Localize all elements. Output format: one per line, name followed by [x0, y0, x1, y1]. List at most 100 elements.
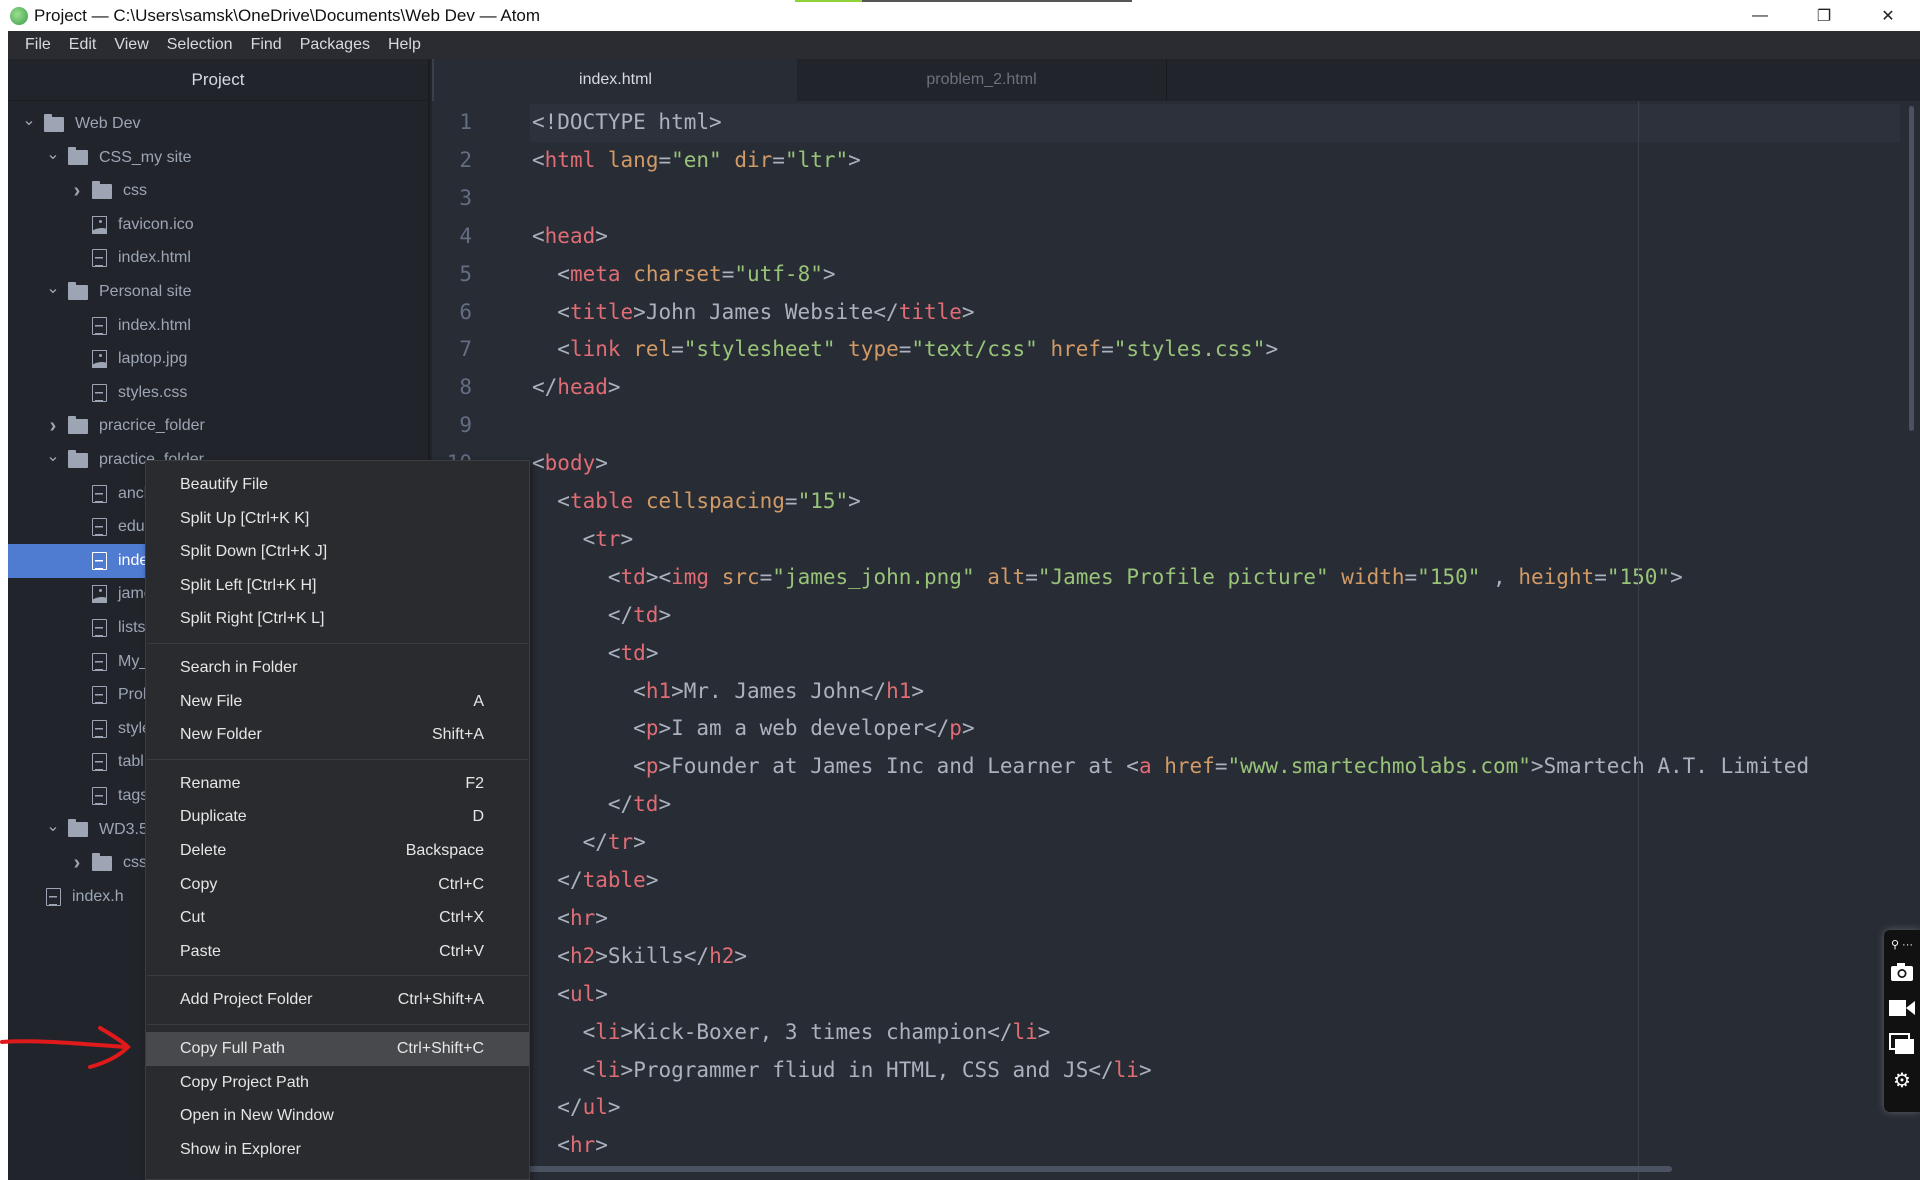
context-menu-item-split-left-ctrl-k-h[interactable]: Split Left [Ctrl+K H] [146, 569, 529, 603]
tree-item[interactable]: laptop.jpg [8, 342, 430, 376]
code-line: <head> [532, 217, 608, 255]
file-icon [92, 383, 107, 402]
menu-packages[interactable]: Packages [291, 36, 379, 54]
link-more-icon[interactable]: ⚲ ··· [1891, 934, 1913, 954]
context-menu-item-copy-project-path[interactable]: Copy Project Path [146, 1066, 529, 1100]
chevron-down-icon[interactable]: ⌄ [46, 144, 60, 164]
menu-item-label: Split Down [Ctrl+K J] [180, 543, 328, 561]
chevron-right-icon[interactable]: › [46, 415, 60, 438]
gear-icon[interactable]: ⚙ [1893, 1062, 1911, 1098]
tab-index-html[interactable]: index.html [432, 59, 797, 101]
file-icon [46, 887, 61, 906]
code-token: </ [557, 868, 583, 892]
menu-selection[interactable]: Selection [158, 36, 242, 54]
context-menu-item-rename[interactable]: Rename F2 [146, 767, 529, 801]
context-menu-item-copy-full-path[interactable]: Copy Full Path Ctrl+Shift+C [146, 1032, 529, 1066]
context-menu-item-open-in-new-window[interactable]: Open in New Window [146, 1099, 529, 1133]
chevron-right-icon[interactable]: › [70, 180, 84, 203]
load-progress-bar [795, 0, 1132, 2]
tree-item[interactable]: styles.css [8, 376, 430, 410]
menu-item-label: Split Right [Ctrl+K L] [180, 610, 325, 628]
code-editor[interactable]: 1234567891011121314151617181920212223242… [432, 101, 1920, 1180]
close-button[interactable]: ✕ [1856, 0, 1920, 31]
folder-icon [68, 819, 88, 838]
code-token: html [544, 147, 596, 172]
code-line: </tr> [532, 823, 646, 861]
code-token: </ [683, 943, 710, 968]
code-token: > [620, 1057, 634, 1082]
menu-file[interactable]: File [16, 36, 60, 54]
code-token: > [822, 261, 836, 286]
code-token: < [532, 451, 545, 476]
context-menu-item-beautify-file[interactable]: Beautify File [146, 468, 529, 502]
tree-item[interactable]: ⌄ Personal site [8, 275, 430, 309]
code-token: < [607, 640, 621, 665]
tree-item[interactable]: index.html [8, 309, 430, 343]
window-icon[interactable] [1889, 1026, 1915, 1062]
tree-item-label: index.html [118, 316, 191, 334]
code-token: < [633, 754, 646, 779]
menu-separator [147, 643, 528, 644]
context-menu-item-duplicate[interactable]: Duplicate D [146, 800, 529, 834]
menu-item-label: Open in New Window [180, 1107, 334, 1125]
tree-item[interactable]: ⌄ Web Dev [8, 107, 430, 141]
context-menu-item-copy[interactable]: Copy Ctrl+C [146, 868, 529, 902]
code-token: < [557, 905, 570, 930]
chevron-right-icon[interactable]: › [70, 852, 84, 875]
video-icon[interactable] [1889, 990, 1915, 1026]
context-menu-item-new-folder[interactable]: New Folder Shift+A [146, 718, 529, 752]
code-token: ul [569, 981, 596, 1006]
menu-edit[interactable]: Edit [60, 36, 106, 54]
line-number: 9 [459, 413, 472, 438]
menu-item-label: Show in Explorer [180, 1140, 301, 1158]
context-menu: Beautify File Split Up [Ctrl+K K] Split Do… [145, 460, 530, 1180]
context-menu-item-new-file[interactable]: New File A [146, 685, 529, 719]
code-token: Mr. James John [683, 678, 861, 703]
tab-problem-2-html[interactable]: problem_2.html [797, 59, 1167, 101]
tree-item[interactable]: favicon.ico [8, 208, 430, 242]
code-token: cellspacing [645, 489, 785, 513]
chevron-down-icon[interactable]: ⌄ [22, 110, 36, 130]
context-menu-item-search-in-folder[interactable]: Search in Folder [146, 651, 529, 685]
horizontal-scrollbar[interactable] [437, 1166, 1672, 1172]
chevron-down-icon[interactable]: ⌄ [46, 446, 60, 466]
menu-find[interactable]: Find [242, 36, 291, 54]
tree-item-label: index.h [72, 887, 124, 905]
code-token: width [1341, 564, 1405, 589]
code-line: <tr> [532, 520, 634, 558]
menu-help[interactable]: Help [379, 36, 430, 54]
menu-view[interactable]: View [105, 36, 157, 54]
tree-item[interactable]: › css [8, 174, 430, 208]
context-menu-item-add-project-folder[interactable]: Add Project Folder Ctrl+Shift+A [146, 983, 529, 1017]
context-menu-item-delete[interactable]: Delete Backspace [146, 834, 529, 868]
camera-icon[interactable] [1890, 954, 1914, 990]
line-number: 1 [459, 110, 472, 134]
restore-button[interactable]: ❐ [1792, 0, 1856, 31]
tree-item[interactable]: ⌄ CSS_my site [8, 141, 430, 175]
tree-item[interactable]: › pracrice_folder [8, 409, 430, 443]
code-token: > [658, 792, 672, 817]
code-token: > [633, 830, 646, 855]
context-menu-item-show-in-explorer[interactable]: Show in Explorer [146, 1133, 529, 1167]
code-token: < [532, 223, 545, 248]
code-token: > [607, 375, 621, 400]
chevron-down-icon[interactable]: ⌄ [46, 816, 60, 836]
tree-item[interactable]: index.html [8, 241, 430, 275]
context-menu-item-cut[interactable]: Cut Ctrl+X [146, 901, 529, 935]
context-menu-item-split-right-ctrl-k-l[interactable]: Split Right [Ctrl+K L] [146, 602, 529, 636]
folder-icon [68, 415, 88, 434]
chevron-down-icon[interactable]: ⌄ [46, 278, 60, 298]
code-token: > [645, 868, 659, 892]
minimize-button[interactable]: — [1728, 0, 1792, 31]
image-file-icon [92, 350, 107, 369]
context-menu-item-paste[interactable]: Paste Ctrl+V [146, 935, 529, 969]
vertical-scrollbar[interactable] [1909, 106, 1914, 431]
project-header[interactable]: Project [8, 59, 428, 101]
context-menu-item-split-down-ctrl-k-j[interactable]: Split Down [Ctrl+K J] [146, 535, 529, 569]
code-token: > [911, 678, 925, 703]
context-menu-item-split-up-ctrl-k-k[interactable]: Split Up [Ctrl+K K] [146, 502, 529, 536]
code-token: </ [607, 602, 634, 627]
